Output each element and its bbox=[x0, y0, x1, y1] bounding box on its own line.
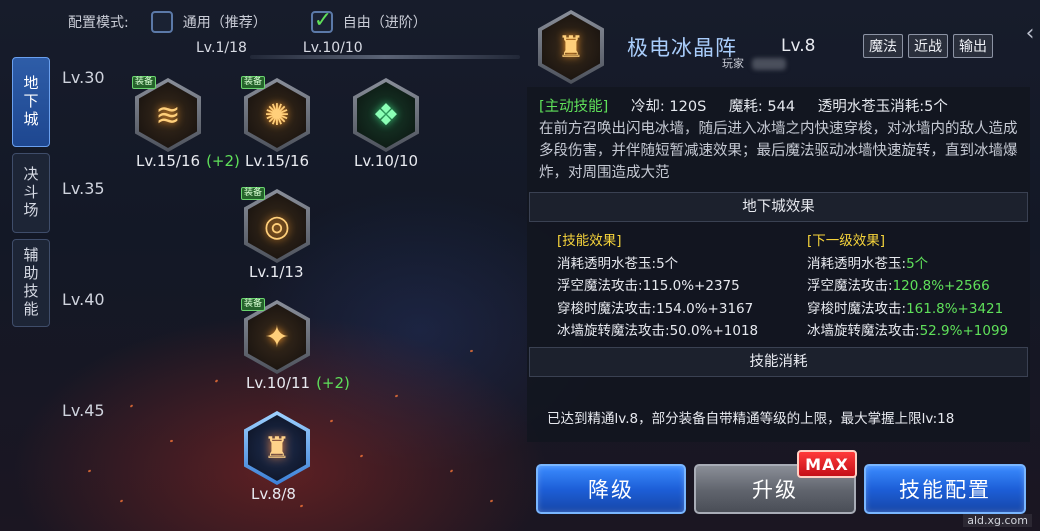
selected-skill-icon: ♜ bbox=[538, 10, 604, 84]
skill-slot-2[interactable]: ✺ 装备 bbox=[241, 76, 310, 152]
skill-slot-3[interactable]: ❖ bbox=[353, 78, 419, 152]
skill-slot-5[interactable]: ✦ 装备 bbox=[241, 298, 310, 374]
effect-row: 穿梭时魔法攻击:161.8%+3421 bbox=[807, 300, 1004, 317]
tag-output: 输出 bbox=[953, 34, 993, 58]
watermark: ald.xg.com bbox=[963, 514, 1032, 527]
effect-row: 穿梭时魔法攻击:154.0%+3167 bbox=[557, 300, 754, 317]
skill-level-label: Lv.15/16 bbox=[245, 152, 309, 170]
skill-level-label: Lv.10/11 (+2) bbox=[246, 374, 350, 392]
skill-detail-panel: [主动技能] 冷却: 120S 魔耗: 544 透明水苍玉消耗:5个 在前方召唤… bbox=[527, 87, 1030, 442]
active-skill-tag: [主动技能] bbox=[539, 99, 609, 115]
next-effect-header: [下一级效果] bbox=[807, 233, 886, 249]
skill-level-bonus: (+2) bbox=[206, 152, 240, 170]
tag-melee: 近战 bbox=[908, 34, 948, 58]
skill-cost-header: 技能消耗 bbox=[529, 347, 1028, 377]
owner-name-redacted bbox=[752, 58, 786, 70]
skill-level-label: Lv.1/13 bbox=[249, 263, 304, 281]
mana-cost-text: 魔耗: 544 bbox=[728, 99, 796, 115]
fire-burst-icon: ✺ bbox=[264, 97, 290, 133]
skill-description[interactable]: 在前方召唤出闪电冰墙，随后进入冰墙之内快速穿梭，对冰墙内的敌人造成多段伤害，并伴… bbox=[539, 118, 1023, 184]
skill-level-label: Lv.10/10 bbox=[354, 152, 418, 170]
level-row-label: Lv.40 bbox=[62, 290, 105, 309]
skill-title: 极电冰晶阵 bbox=[627, 36, 737, 60]
free-mode-checkbox[interactable] bbox=[310, 8, 333, 33]
general-mode-label: 通用（推荐） bbox=[182, 15, 267, 31]
level-row-label: Lv.35 bbox=[62, 179, 105, 198]
current-effect-header: [技能效果] bbox=[557, 233, 622, 249]
skill-summary: [主动技能] 冷却: 120S 魔耗: 544 透明水苍玉消耗:5个 在前方召唤… bbox=[539, 96, 1023, 184]
skill-slot-6-selected[interactable]: ♜ bbox=[244, 411, 310, 485]
sp-counter-left: Lv.1/18 bbox=[196, 40, 247, 56]
equip-badge: 装备 bbox=[132, 76, 157, 89]
free-mode-label: 自由（进阶） bbox=[342, 15, 427, 31]
item-cost-text: 透明水苍玉消耗:5个 bbox=[817, 99, 948, 115]
tab-assist-skills[interactable]: 辅助技能 bbox=[12, 239, 50, 327]
cooldown-text: 冷却: 120S bbox=[630, 99, 707, 115]
effect-row: 浮空魔法攻击:115.0%+2375 bbox=[557, 278, 740, 294]
next-effect-column: [下一级效果] 消耗透明水苍玉:5个 浮空魔法攻击:120.8%+2566 穿梭… bbox=[807, 230, 1008, 343]
crystal-array-icon: ♜ bbox=[263, 430, 291, 466]
skill-slot-1[interactable]: ≋ 装备 bbox=[132, 76, 201, 152]
skill-stats-line: [主动技能] 冷却: 120S 魔耗: 544 透明水苍玉消耗:5个 bbox=[539, 96, 1023, 118]
skill-owner: 玩家 bbox=[722, 57, 744, 70]
sp-divider bbox=[250, 55, 520, 59]
skill-level-value: Lv.15/16 bbox=[245, 152, 310, 170]
max-level-badge: MAX bbox=[797, 450, 857, 478]
effect-row: 冰墙旋转魔法攻击:50.0%+1018 bbox=[557, 323, 759, 339]
equip-badge: 装备 bbox=[241, 298, 266, 311]
fire-orb-icon: ◎ bbox=[263, 208, 291, 244]
tab-dungeon[interactable]: 地下城 bbox=[12, 57, 50, 147]
fire-slash-icon: ≋ bbox=[155, 97, 181, 133]
tag-magic: 魔法 bbox=[863, 34, 903, 58]
skill-level-bonus: (+2) bbox=[316, 374, 350, 392]
skill-level-value: Lv.8/8 bbox=[251, 485, 296, 503]
mastery-note: 已达到精通lv.8，部分装备自带精通等级的上限，最大掌握上限lv:18 bbox=[547, 411, 955, 427]
skill-level-label: Lv.15/16 (+2) bbox=[136, 152, 240, 170]
downgrade-button[interactable]: 降级 bbox=[536, 464, 686, 514]
rock-flame-icon: ✦ bbox=[264, 319, 290, 355]
level-row-label: Lv.45 bbox=[62, 401, 105, 420]
current-effect-column: [技能效果] 消耗透明水苍玉:5个 浮空魔法攻击:115.0%+2375 穿梭时… bbox=[557, 230, 758, 343]
skill-slot-4[interactable]: ◎ 装备 bbox=[241, 187, 310, 263]
effect-row: 冰墙旋转魔法攻击:52.9%+1099 bbox=[807, 323, 1009, 339]
side-tab-bar: 地下城 决斗场 辅助技能 bbox=[12, 57, 50, 333]
collapse-arrow-icon[interactable]: ‹ bbox=[1020, 14, 1040, 52]
dungeon-effect-header: 地下城效果 bbox=[529, 192, 1028, 222]
skill-current-level: Lv.8 bbox=[781, 36, 816, 56]
equip-badge: 装备 bbox=[241, 76, 266, 89]
skill-config-button[interactable]: 技能配置 bbox=[864, 464, 1026, 514]
skill-level-value: Lv.10/10 bbox=[354, 152, 419, 170]
level-row-label: Lv.30 bbox=[62, 68, 105, 87]
skill-level-value: Lv.1/13 bbox=[249, 263, 304, 281]
config-mode-label: 配置模式: bbox=[68, 15, 129, 31]
general-mode-checkbox[interactable] bbox=[150, 11, 173, 33]
skill-level-label: Lv.8/8 bbox=[251, 485, 296, 503]
effect-row: 浮空魔法攻击:120.8%+2566 bbox=[807, 278, 990, 294]
skill-level-value: Lv.15/16 bbox=[136, 152, 201, 170]
green-rune-icon: ❖ bbox=[372, 97, 400, 133]
crystal-array-icon: ♜ bbox=[557, 29, 585, 65]
equip-badge: 装备 bbox=[241, 187, 266, 200]
effect-row: 消耗透明水苍玉:5个 bbox=[807, 255, 929, 272]
mode-option-free[interactable]: 自由（进阶） bbox=[310, 8, 427, 33]
mode-option-general[interactable]: 通用（推荐） bbox=[150, 11, 267, 33]
effect-row: 消耗透明水苍玉:5个 bbox=[557, 255, 679, 272]
tab-arena[interactable]: 决斗场 bbox=[12, 153, 50, 233]
sp-counter-right: Lv.10/10 bbox=[302, 40, 363, 56]
skill-level-value: Lv.10/11 bbox=[246, 374, 311, 392]
skill-point-counters: Lv.1/18 Lv.10/10 bbox=[196, 40, 363, 56]
skill-tags: 魔法 近战 输出 bbox=[863, 34, 993, 58]
config-mode-bar: 配置模式: 通用（推荐） 自由（进阶） bbox=[68, 8, 471, 34]
